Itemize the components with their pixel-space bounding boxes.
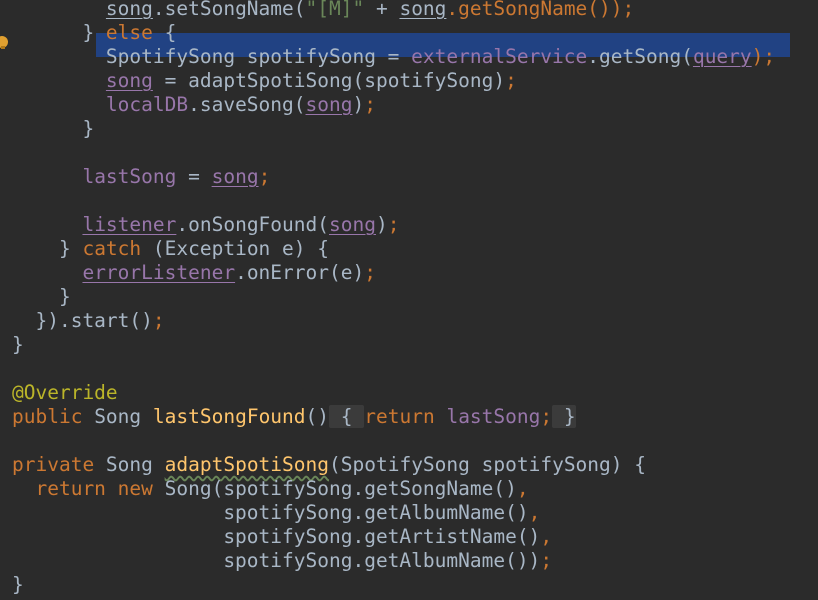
- code-line[interactable]: song = adaptSpotiSong(spotifySong);: [12, 69, 517, 93]
- code-line[interactable]: return new Song(spotifySong.getSongName(…: [12, 477, 529, 501]
- code-token: ,: [528, 501, 541, 524]
- code-token: }: [12, 285, 71, 308]
- code-token: );: [751, 45, 776, 68]
- code-token: adaptSpotiSong: [164, 453, 330, 476]
- code-line[interactable]: spotifySong.getAlbumName());: [12, 549, 552, 573]
- code-token: ,: [516, 477, 529, 500]
- code-line[interactable]: SpotifySong spotifySong = externalServic…: [12, 45, 775, 69]
- code-token: Song(spotifySong.getSongName(): [152, 477, 517, 500]
- code-token: {: [152, 21, 177, 44]
- code-token: catch: [82, 237, 142, 260]
- code-token: ,: [540, 525, 553, 548]
- code-line[interactable]: spotifySong.getAlbumName(),: [12, 501, 540, 525]
- intention-bulb-icon[interactable]: [0, 36, 8, 49]
- code-token: }: [12, 117, 95, 140]
- code-token: .setSongName(: [152, 0, 306, 20]
- code-line[interactable]: listener.onSongFound(song);: [12, 213, 399, 237]
- code-token: (SpotifySong spotifySong) {: [329, 453, 646, 476]
- code-token: ;: [364, 93, 376, 116]
- code-token: .onError(e): [235, 261, 365, 284]
- code-token: }: [552, 405, 576, 428]
- code-token: .saveSong(: [188, 93, 306, 116]
- code-line[interactable]: }).start();: [12, 309, 165, 333]
- code-line[interactable]: } else {: [12, 21, 176, 45]
- code-token: song: [105, 69, 153, 92]
- code-token: @Override: [12, 381, 118, 404]
- code-token: song: [329, 213, 376, 236]
- code-token: spotifySong.getAlbumName()): [12, 549, 541, 572]
- code-line[interactable]: }: [12, 333, 24, 357]
- code-token: private: [12, 453, 95, 476]
- code-token: spotifySong.getArtistName(): [12, 525, 541, 548]
- code-token: song: [305, 93, 353, 116]
- code-token: {: [329, 405, 365, 428]
- code-line[interactable]: errorListener.onError(e);: [12, 261, 376, 285]
- code-line[interactable]: public Song lastSongFound() { return las…: [12, 405, 576, 429]
- code-line[interactable]: spotifySong.getArtistName(),: [12, 525, 552, 549]
- code-token: song: [211, 165, 259, 188]
- code-token: localDB: [105, 93, 189, 116]
- code-token: }: [12, 333, 24, 356]
- code-token: ;: [505, 69, 517, 92]
- code-line[interactable]: }: [12, 285, 71, 309]
- code-token: return new: [35, 477, 153, 500]
- code-token: listener: [82, 213, 177, 236]
- code-line[interactable]: }: [12, 117, 94, 141]
- code-token: song: [399, 0, 447, 20]
- code-token: "[M]": [305, 0, 365, 20]
- code-line[interactable]: lastSong = song;: [12, 165, 270, 189]
- code-token: ;: [387, 213, 400, 236]
- code-token: SpotifySong spotifySong =: [12, 45, 412, 68]
- code-token: song: [105, 0, 153, 20]
- code-token: ;: [152, 309, 165, 332]
- code-editor[interactable]: song.setSongName("[M]" + song.getSongNam…: [0, 0, 818, 600]
- code-token: .getSongName());: [446, 0, 635, 20]
- code-token: }: [12, 21, 106, 44]
- code-line[interactable]: }: [12, 573, 24, 597]
- code-line[interactable]: localDB.saveSong(song);: [12, 93, 376, 117]
- code-token: (Exception e) {: [141, 237, 329, 260]
- code-token: .onSongFound(: [176, 213, 329, 236]
- code-token: = adaptSpotiSong(spotifySong): [152, 69, 506, 92]
- code-token: public: [12, 405, 83, 428]
- code-token: ): [352, 93, 365, 116]
- code-token: lastSong: [82, 165, 177, 188]
- code-line[interactable]: private Song adaptSpotiSong(SpotifySong …: [12, 453, 646, 477]
- code-token: externalService: [411, 45, 588, 68]
- code-token: ;: [540, 405, 553, 428]
- code-token: .getSong(: [587, 45, 693, 68]
- code-line[interactable]: song.setSongName("[M]" + song.getSongNam…: [12, 0, 634, 21]
- code-token: Song: [82, 405, 153, 428]
- code-token: else: [105, 21, 153, 44]
- code-token: lastSongFound: [152, 405, 306, 428]
- code-token: spotifySong.getAlbumName(): [12, 501, 529, 524]
- code-token: }: [12, 573, 24, 596]
- code-token: errorListener: [82, 261, 236, 284]
- code-line[interactable]: @Override: [12, 381, 118, 405]
- code-token: =: [176, 165, 212, 188]
- code-line[interactable]: } catch (Exception e) {: [12, 237, 329, 261]
- code-token: ): [375, 213, 388, 236]
- code-token: return: [364, 405, 435, 428]
- code-token: Song: [94, 453, 165, 476]
- code-token: ;: [258, 165, 271, 188]
- code-token: +: [364, 0, 400, 20]
- code-token: ;: [540, 549, 553, 572]
- code-token: }: [12, 237, 83, 260]
- code-token: query: [692, 45, 752, 68]
- code-token: ;: [364, 261, 376, 284]
- code-token: }).start(): [12, 309, 153, 332]
- code-token: lastSong: [446, 405, 541, 428]
- code-token: (): [305, 405, 330, 428]
